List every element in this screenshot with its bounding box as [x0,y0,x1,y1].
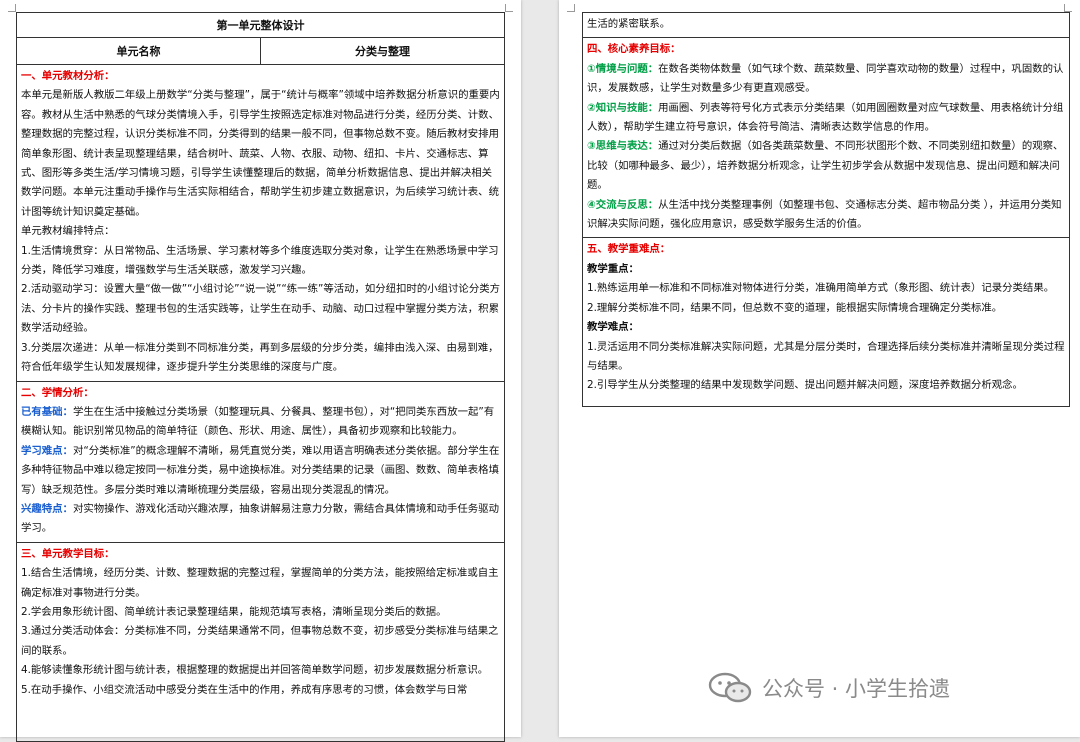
document-page-right: 生活的紧密联系。 四、核心素养目标： ①情境与问题：在数各类物体数量（如气球个数… [559,0,1080,737]
page-corner-mark [567,4,575,12]
paragraph-text: 通过对分类后数据（如各类蔬菜数量、不同形状图形个数、不同类别纽扣数量）的观察、比… [587,140,1064,192]
paragraph: 1.灵活运用不同分类标准解决实际问题，尤其是分层分类时，合理选择后续分类标准并清… [587,340,1065,372]
section-textbook-analysis: 一、单元教材分析： 本单元是新版人教版二年级上册数学“分类与整理”，属于“统计与… [17,65,504,382]
unit-name-value: 分类与整理 [355,45,410,58]
section-title: 一、单元教材分析： [21,70,115,82]
paragraph: 3.分类层次递进：从单一标准分类到不同标准分类，再到多层级的分步分类，编排由浅入… [21,341,499,374]
paragraph-text: 在数各类物体数量（如气球个数、蔬菜数量、同学喜欢动物的数量）过程中，巩固数的认识… [587,62,1064,95]
paragraph-text: 学生在生活中接触过分类场景（如整理玩具、分餐具、整理书包），对“把同类东西放一起… [21,405,495,438]
paragraph: ③思维与表达：通过对分类后数据（如各类蔬菜数量、不同形状图形个数、不同类别纽扣数… [587,137,1066,195]
paragraph: 生活的紧密联系。 [587,18,671,30]
page-corner-mark [1064,4,1072,12]
paragraph: 本单元是新版人教版二年级上册数学“分类与整理”，属于“统计与概率”领域中培养数据… [21,89,500,218]
paragraph: ④交流与反思：从生活中找分类整理事例（如整理书包、交通标志分类、超市物品分类 ）… [587,196,1066,235]
paragraph: 单元教材编排特点： [21,225,115,238]
paragraph: 1.生活情境贯穿：从日常物品、生活场景、学习素材等多个维度选取分类对象，让学生在… [21,244,499,277]
keyword-label: ③思维与表达： [587,140,659,153]
unit-design-table-continued: 生活的紧密联系。 四、核心素养目标： ①情境与问题：在数各类物体数量（如气球个数… [582,12,1070,407]
section-teaching-goals: 三、单元教学目标： 1.结合生活情境，经历分类、计数、整理数据的完整过程，掌握简… [17,543,504,703]
paragraph: 1.熟练运用单一标准和不同标准对物体进行分类，准确用简单方式（象形图、统计表）记… [587,282,1055,295]
page-corner-mark [8,4,16,12]
paragraph: ②知识与技能：用画圈、列表等符号化方式表示分类结果（如用圆圈数量对应气球数量、用… [587,99,1066,138]
paragraph: 2.引导学生从分类整理的结果中发现数学问题、提出问题并解决问题，深度培养数据分析… [587,379,1023,392]
watermark-text: 公众号 · 小学生拾遗 [762,677,951,701]
keyword-label: 学习难点： [21,444,73,457]
paragraph: 4.能够读懂象形统计图与统计表，根据整理的数据提出并回答简单数学问题，初步发展数… [21,664,489,677]
paragraph-text: 对实物操作、游戏化活动兴趣浓厚，抽象讲解易注意力分散，需结合具体情境和动手任务驱… [21,502,499,535]
section-title: 三、单元教学目标： [21,547,115,560]
keyword-label: ④交流与反思： [587,198,659,211]
paragraph-text: 从生活中找分类整理事例（如整理书包、交通标志分类、超市物品分类 ），并运用分类知… [587,198,1062,231]
section-core-literacy: 四、核心素养目标： ①情境与问题：在数各类物体数量（如气球个数、蔬菜数量、同学喜… [583,38,1069,239]
paragraph: 2.活动驱动学习：设置大量“做一做”“小组讨论”“说一说”“练一练”等活动，如分… [21,283,500,335]
keyword-label: 已有基础： [21,405,73,418]
section-key-points: 五、教学重难点： 教学重点： 1.熟练运用单一标准和不同标准对物体进行分类，准确… [583,238,1069,398]
paragraph: 2.理解分类标准不同，结果不同，但总数不变的道理，能根据实际情境合理确定分类标准… [587,301,1003,314]
subheading: 教学重点： [587,262,639,275]
keyword-label: ①情境与问题： [587,62,659,75]
paragraph-text: 对“分类标准”的概念理解不清晰，易凭直觉分类，难以用语言明确表述分类依据。部分学… [21,444,500,496]
section-title: 四、核心素养目标： [587,43,681,56]
paragraph: 5.在动手操作、小组交流活动中感受分类在生活中的作用，养成有序思考的习惯，体会数… [21,683,468,696]
wechat-icon [708,672,752,703]
watermark: 公众号 · 小学生拾遗 [708,672,950,704]
paragraph: 1.结合生活情境，经历分类、计数、整理数据的完整过程，掌握简单的分类方法，能按照… [21,567,499,599]
paragraph: 3.通过分类活动体会：分类标准不同，分类结果通常不同，但事物总数不变，初步感受分… [21,625,499,657]
section-student-analysis: 二、学情分析： 已有基础：学生在生活中接触过分类场景（如整理玩具、分餐具、整理书… [17,382,504,543]
table-header-row: 单元名称 分类与整理 [17,38,504,65]
keyword-label: 兴趣特点： [21,502,73,515]
paragraph-text: 用画圈、列表等符号化方式表示分类结果（如用圆圈数量对应气球数量、用表格统计分组人… [587,101,1064,134]
section-title: 五、教学重难点： [587,243,671,256]
page-corner-mark [505,4,513,12]
document-page-left: 第一单元整体设计 单元名称 分类与整理 一、单元教材分析： 本单元是新版人教版二… [0,0,521,742]
section-title: 二、学情分析： [21,386,94,399]
unit-name-label: 单元名称 [17,38,261,64]
paragraph: 已有基础：学生在生活中接触过分类场景（如整理玩具、分餐具、整理书包），对“把同类… [21,403,501,442]
continued-text: 生活的紧密联系。 [583,13,1069,39]
paragraph: 兴趣特点：对实物操作、游戏化活动兴趣浓厚，抽象讲解易注意力分散，需结合具体情境和… [21,500,501,539]
keyword-label: ②知识与技能： [587,101,659,114]
paragraph: ①情境与问题：在数各类物体数量（如气球个数、蔬菜数量、同学喜欢动物的数量）过程中… [587,60,1066,99]
paragraph: 2.学会用象形统计图、简单统计表记录整理结果，能规范填写表格，清晰呈现分类后的数… [21,605,447,618]
paragraph: 学习难点：对“分类标准”的概念理解不清晰，易凭直觉分类，难以用语言明确表述分类依… [21,442,501,500]
table-title: 第一单元整体设计 [17,13,504,38]
subheading: 教学难点： [587,321,639,334]
unit-design-table: 第一单元整体设计 单元名称 分类与整理 一、单元教材分析： 本单元是新版人教版二… [16,12,505,742]
